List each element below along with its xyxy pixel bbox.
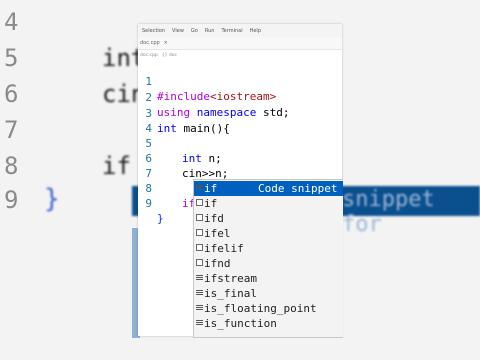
code-line: 2 using namespace std; xyxy=(138,75,342,119)
background-brace: } xyxy=(44,184,60,214)
menu-item-run[interactable]: Run xyxy=(205,28,215,34)
code-line: 7 xyxy=(138,151,342,180)
menu-item-terminal[interactable]: Terminal xyxy=(221,28,242,34)
close-icon[interactable]: × xyxy=(164,40,168,46)
snippet-icon xyxy=(196,244,203,251)
suggestion-item[interactable]: if Code snippet for xyxy=(194,181,343,196)
class-icon xyxy=(196,274,203,281)
background-line-number: 4 xyxy=(4,8,19,36)
suggestion-detail: Code snippet for xyxy=(258,182,343,195)
suggest-widget: if Code snippet for if ifd ifel ifelif i… xyxy=(193,179,343,338)
menu-item-view[interactable]: View xyxy=(172,28,184,34)
code-line: 5 int n; xyxy=(138,121,342,165)
background-line-number: 8 xyxy=(4,152,19,180)
snippet-icon xyxy=(196,229,203,236)
suggestion-item[interactable]: ifel xyxy=(194,226,343,241)
breadcrumb-file[interactable]: doc.cpp xyxy=(140,53,158,58)
code-text[interactable]: } xyxy=(157,211,164,226)
background-gutter: 4 5 6 7 8 9 xyxy=(0,0,40,360)
line-number: 9 xyxy=(145,197,152,210)
background-code-if: if xyxy=(102,152,131,180)
menu-bar: Selection View Go Run Terminal Help xyxy=(138,24,342,37)
menu-item-help[interactable]: Help xyxy=(250,28,261,34)
struct-icon xyxy=(196,289,203,296)
background-line-number: 6 xyxy=(4,80,19,108)
suggestion-item[interactable]: is_final xyxy=(194,286,343,301)
background-line-number: 9 xyxy=(4,186,19,214)
suggestion-item[interactable]: is_floating_point xyxy=(194,301,343,316)
snippet-icon xyxy=(196,259,203,266)
background-line-number: 5 xyxy=(4,44,19,72)
code-line: 3 int main(){ xyxy=(138,91,342,135)
suggestion-item[interactable]: if xyxy=(194,196,343,211)
breadcrumb-symbol[interactable]: {} doc xyxy=(162,53,177,58)
background-line-number: 7 xyxy=(4,116,19,144)
snippet-icon xyxy=(196,199,203,206)
menu-item-go[interactable]: Go xyxy=(191,28,198,34)
menu-item-selection[interactable]: Selection xyxy=(142,28,165,34)
tab-doc-cpp[interactable]: doc.cpp xyxy=(140,40,160,46)
suggestion-item[interactable]: ifelif xyxy=(194,241,343,256)
background-detail-text: snippet for xyxy=(342,187,435,237)
struct-icon xyxy=(196,319,203,326)
struct-icon xyxy=(196,304,203,311)
code-line: 6 cin>>n; xyxy=(138,136,342,180)
suggestion-item[interactable]: ifnd xyxy=(194,256,343,271)
snippet-icon xyxy=(196,214,203,221)
tab-bar: doc.cpp × xyxy=(138,37,342,50)
code-line: 4 xyxy=(138,106,342,135)
suggestion-item[interactable]: ifd xyxy=(194,211,343,226)
code-line: 1 #include<iostream> xyxy=(138,59,342,103)
suggestion-item[interactable]: is_function xyxy=(194,316,343,331)
snippet-icon xyxy=(196,184,203,191)
suggestion-item[interactable]: ifstream xyxy=(194,271,343,286)
